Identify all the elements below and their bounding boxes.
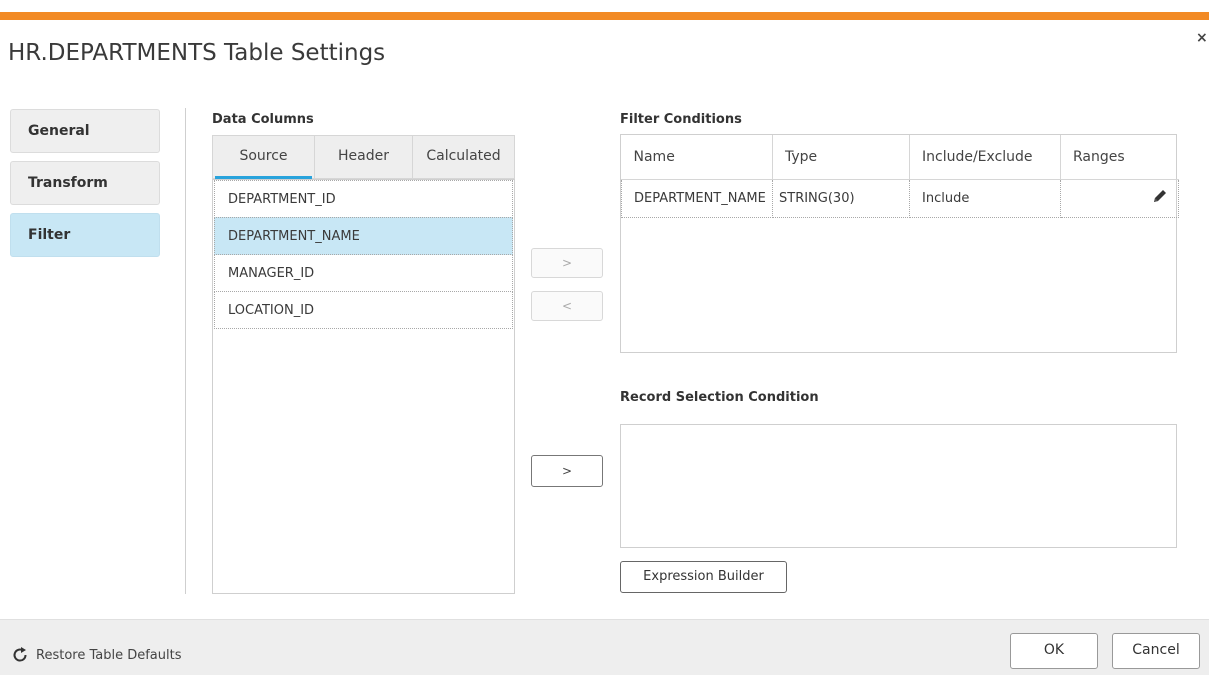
data-columns-tabs: Source Header Calculated [212,135,515,179]
cell-type[interactable]: STRING(30) [772,178,910,218]
tab-header[interactable]: Header [315,136,413,178]
list-item[interactable]: MANAGER_ID [214,254,513,292]
add-condition-button[interactable]: > [531,455,603,487]
top-band [0,0,1209,12]
ok-button[interactable]: OK [1010,633,1098,669]
column-header-name[interactable]: Name [621,135,773,180]
nav-item-general[interactable]: General [10,109,160,153]
column-header-type[interactable]: Type [772,135,910,180]
refresh-icon [13,647,27,662]
filter-conditions-title: Filter Conditions [620,112,742,127]
nav-item-filter[interactable]: Filter [10,213,160,257]
dialog-footer: Restore Table Defaults OK Cancel [0,619,1209,675]
filter-conditions-table: Name Type Include/Exclude Ranges DEPARTM… [620,134,1179,353]
data-columns-title: Data Columns [212,112,314,127]
restore-defaults-link[interactable]: Restore Table Defaults [10,645,181,665]
settings-nav: General Transform Filter [10,109,160,265]
cell-name[interactable]: DEPARTMENT_NAME [621,178,773,218]
data-columns-list[interactable]: DEPARTMENT_ID DEPARTMENT_NAME MANAGER_ID… [212,179,515,594]
expression-builder-button[interactable]: Expression Builder [620,561,787,593]
cell-ranges[interactable] [1060,178,1179,218]
column-header-ranges[interactable]: Ranges [1060,135,1179,180]
tab-calculated[interactable]: Calculated [413,136,514,178]
pencil-icon[interactable] [1073,186,1178,206]
close-icon[interactable]: × [1196,30,1208,46]
list-item[interactable]: LOCATION_ID [214,291,513,329]
nav-item-transform[interactable]: Transform [10,161,160,205]
column-header-include-exclude[interactable]: Include/Exclude [909,135,1061,180]
remove-filter-button[interactable]: < [531,291,603,321]
table-row[interactable]: DEPARTMENT_NAME STRING(30) Include [621,178,1179,218]
restore-defaults-label: Restore Table Defaults [36,647,182,663]
accent-bar [0,12,1209,20]
dialog-title: HR.DEPARTMENTS Table Settings [8,40,386,66]
list-item[interactable]: DEPARTMENT_NAME [214,217,513,255]
record-selection-field[interactable] [620,424,1177,548]
list-item[interactable]: DEPARTMENT_ID [214,180,513,218]
cancel-button[interactable]: Cancel [1112,633,1200,669]
tab-source[interactable]: Source [213,136,315,179]
add-filter-button[interactable]: > [531,248,603,278]
record-selection-title: Record Selection Condition [620,390,819,405]
nav-divider [185,108,186,594]
cell-include-exclude[interactable]: Include [909,178,1061,218]
